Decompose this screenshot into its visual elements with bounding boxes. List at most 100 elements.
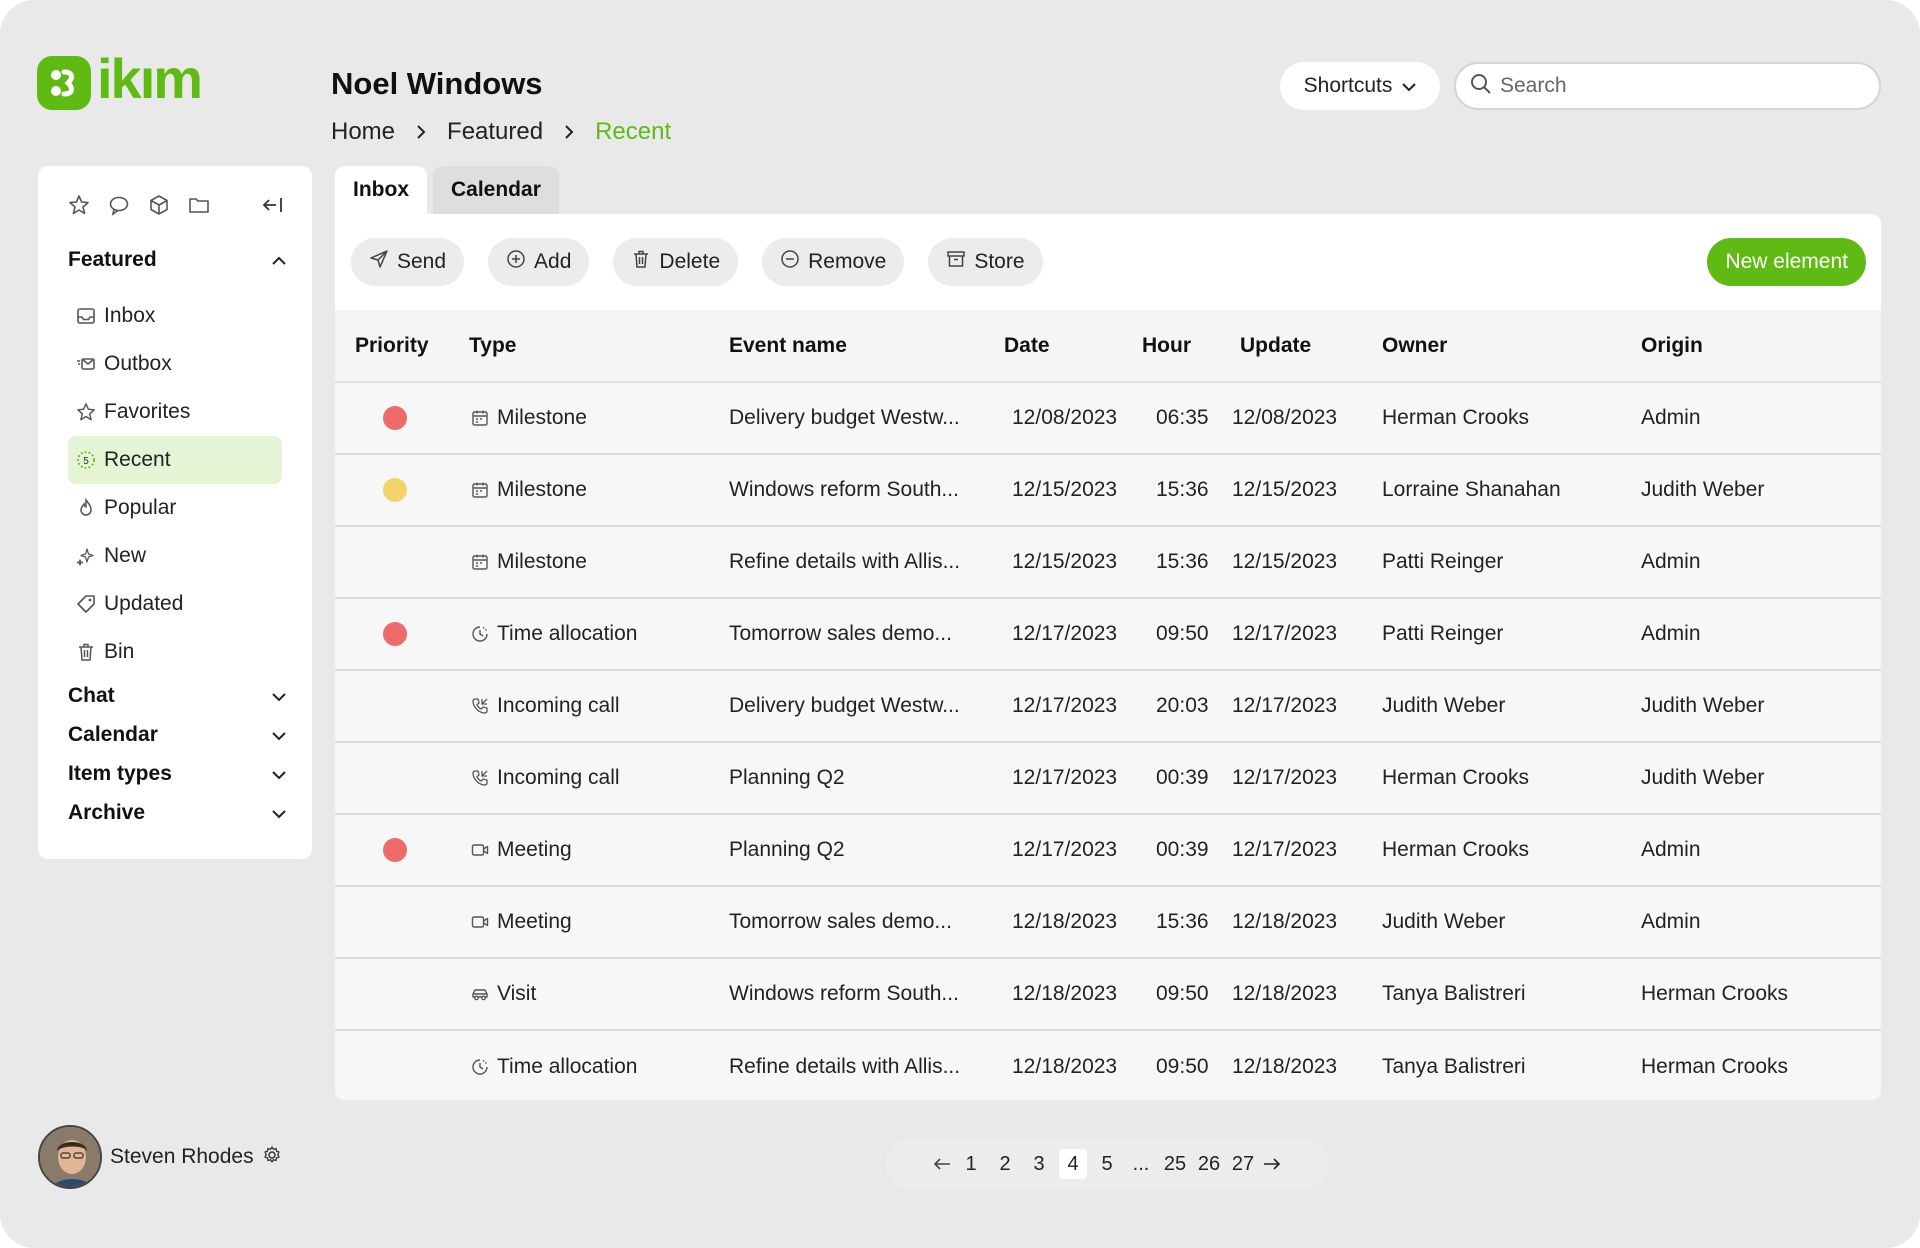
column-header-owner[interactable]: Owner (1362, 310, 1621, 383)
sidebar-item-new[interactable]: New (68, 532, 282, 580)
table-row[interactable]: Incoming call Delivery budget Westw... 1… (335, 670, 1881, 743)
search-input[interactable] (1500, 74, 1860, 98)
avatar[interactable] (38, 1125, 102, 1189)
column-header-date[interactable]: Date (984, 310, 1122, 383)
breadcrumb-home[interactable]: Home (331, 118, 395, 146)
table-row[interactable]: Milestone Windows reform South... 12/15/… (335, 454, 1881, 527)
table-row[interactable]: Time allocation Refine details with Alli… (335, 1030, 1881, 1100)
sidebar-item-updated[interactable]: Updated (68, 580, 282, 628)
cell-event-name[interactable]: Refine details with Allis... (709, 526, 984, 599)
column-header-type[interactable]: Type (449, 310, 709, 383)
sidebar-item-bin[interactable]: Bin (68, 628, 282, 676)
table-body: Milestone Delivery budget Westw... 12/08… (335, 382, 1881, 1100)
page-number[interactable]: 5 (1093, 1149, 1121, 1179)
sidebar-item-popular[interactable]: Popular (68, 484, 282, 532)
page-number[interactable]: 26 (1195, 1149, 1223, 1179)
remove-button[interactable]: Remove (762, 238, 905, 286)
cell-event-name[interactable]: Refine details with Allis... (709, 1030, 984, 1100)
cell-type: Visit (449, 958, 709, 1031)
shortcuts-dropdown[interactable]: Shortcuts (1280, 62, 1440, 110)
user-profile[interactable]: Steven Rhodes (38, 1125, 282, 1189)
sidebar-item-recent[interactable]: 5 Recent (68, 436, 282, 484)
new-element-button[interactable]: New element (1707, 238, 1866, 286)
column-header-priority[interactable]: Priority (335, 310, 449, 383)
table-row[interactable]: Meeting Tomorrow sales demo... 12/18/202… (335, 886, 1881, 959)
cell-origin: Herman Crooks (1621, 958, 1881, 1031)
table-row[interactable]: Milestone Delivery budget Westw... 12/08… (335, 382, 1881, 455)
store-button[interactable]: Store (928, 238, 1043, 286)
cell-event-name[interactable]: Windows reform South... (709, 958, 984, 1031)
search-box[interactable] (1454, 62, 1881, 110)
column-header-event-name[interactable]: Event name (709, 310, 984, 383)
cell-date: 12/18/2023 (1012, 1054, 1118, 1078)
page-title: Noel Windows (331, 66, 543, 101)
tab-inbox[interactable]: Inbox (335, 166, 427, 214)
cell-hour: 09:50 (1156, 1054, 1209, 1078)
delete-button[interactable]: Delete (613, 238, 739, 286)
priority-red-dot (383, 406, 407, 431)
arrow-left-icon[interactable] (930, 1152, 954, 1176)
logo[interactable]: ikım (37, 51, 203, 110)
delete-label: Delete (659, 250, 721, 273)
sidebar-item-inbox[interactable]: Inbox (68, 292, 282, 340)
tab-calendar[interactable]: Calendar (433, 166, 559, 214)
table-row[interactable]: Milestone Refine details with Allis... 1… (335, 526, 1881, 599)
sidebar-section-item-types[interactable]: Item types (68, 762, 286, 786)
folder-icon[interactable] (188, 194, 210, 216)
column-header-update[interactable]: Update (1220, 310, 1362, 383)
cell-owner: Herman Crooks (1362, 742, 1621, 815)
add-button[interactable]: Add (488, 238, 590, 286)
cell-owner: Judith Weber (1362, 670, 1621, 743)
send-button[interactable]: Send (351, 238, 465, 286)
column-header-origin[interactable]: Origin (1621, 310, 1881, 383)
type-label: Meeting (497, 838, 572, 861)
sidebar-section-archive[interactable]: Archive (68, 801, 286, 825)
trash-icon (631, 249, 651, 275)
sidebar-section-chat[interactable]: Chat (68, 684, 286, 708)
sidebar-item-favorites[interactable]: Favorites (68, 388, 282, 436)
sidebar-item-label: Updated (104, 592, 184, 615)
section-label: Item types (68, 762, 172, 785)
section-label: Chat (68, 684, 115, 707)
table-header-row: Priority Type Event name Date Hour Updat… (335, 310, 1881, 383)
arrow-right-icon[interactable] (1260, 1152, 1284, 1176)
chevron-down-icon (272, 801, 286, 825)
table-row[interactable]: Time allocation Tomorrow sales demo... 1… (335, 598, 1881, 671)
cell-hour: 15:36 (1122, 526, 1220, 599)
tag-icon (76, 594, 96, 614)
cell-date: 12/17/2023 (984, 814, 1122, 887)
priority-red-dot (383, 622, 407, 647)
cell-event-name[interactable]: Delivery budget Westw... (709, 670, 984, 743)
cell-event-name[interactable]: Tomorrow sales demo... (709, 886, 984, 959)
table-row[interactable]: Visit Windows reform South... 12/18/2023… (335, 958, 1881, 1031)
cube-icon[interactable] (148, 194, 170, 216)
chat-icon[interactable] (108, 194, 130, 216)
page-number[interactable]: 27 (1229, 1149, 1257, 1179)
column-header-hour[interactable]: Hour (1122, 310, 1220, 383)
page-number[interactable]: 2 (991, 1149, 1019, 1179)
gear-icon[interactable] (262, 1145, 282, 1170)
sidebar-item-outbox[interactable]: Outbox (68, 340, 282, 388)
cell-type: Milestone (449, 454, 709, 527)
cell-event-name[interactable]: Planning Q2 (709, 742, 984, 815)
page-number[interactable]: 3 (1025, 1149, 1053, 1179)
cell-event-name[interactable]: Windows reform South... (709, 454, 984, 527)
cell-event-name[interactable]: Planning Q2 (709, 814, 984, 887)
cell-priority (335, 1030, 449, 1100)
cell-event-name[interactable]: Tomorrow sales demo... (709, 598, 984, 671)
breadcrumb: Home Featured Recent (331, 118, 671, 146)
cell-event-name[interactable]: Delivery budget Westw... (709, 382, 984, 455)
table-row[interactable]: Meeting Planning Q2 12/17/2023 00:39 12/… (335, 814, 1881, 887)
sidebar-section-calendar[interactable]: Calendar (68, 723, 286, 747)
calendar-icon (469, 407, 491, 429)
collapse-sidebar-icon[interactable] (262, 194, 284, 216)
table-row[interactable]: Incoming call Planning Q2 12/17/2023 00:… (335, 742, 1881, 815)
sidebar-section-featured[interactable]: Featured (68, 248, 286, 272)
star-icon[interactable] (68, 194, 90, 216)
page-number[interactable]: 4 (1059, 1149, 1087, 1179)
calendar-icon (469, 479, 491, 501)
page-number[interactable]: 1 (957, 1149, 985, 1179)
breadcrumb-featured[interactable]: Featured (447, 118, 543, 146)
logo-text: ikım (97, 47, 203, 110)
page-number[interactable]: 25 (1161, 1149, 1189, 1179)
